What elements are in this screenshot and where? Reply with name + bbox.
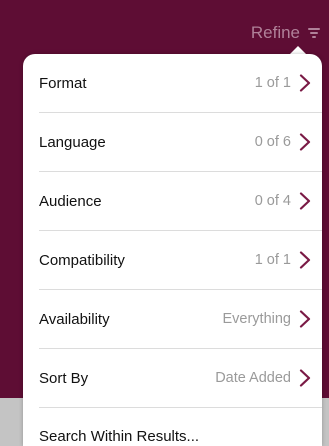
- menu-item-label: Audience: [39, 192, 102, 210]
- menu-item-availability[interactable]: Availability Everything: [23, 290, 322, 348]
- menu-item-value: 1 of 1: [254, 75, 291, 91]
- menu-item-compatibility[interactable]: Compatibility 1 of 1: [23, 231, 322, 289]
- divider: [39, 407, 322, 408]
- chevron-right-icon: [299, 310, 311, 328]
- menu-item-value: 0 of 6: [254, 134, 291, 150]
- menu-item-label: Availability: [39, 310, 110, 328]
- menu-item-value: 1 of 1: [254, 252, 291, 268]
- filter-icon: [307, 28, 320, 38]
- menu-item-label: Language: [39, 133, 106, 151]
- chevron-right-icon: [299, 74, 311, 92]
- menu-item-label: Format: [39, 74, 87, 92]
- menu-item-value: Date Added: [215, 370, 291, 386]
- popover-arrow: [290, 46, 306, 54]
- refine-popover: Format 1 of 1 Language 0 of 6 Audience 0…: [23, 54, 322, 446]
- menu-item-label: Compatibility: [39, 251, 125, 269]
- chevron-right-icon: [299, 251, 311, 269]
- menu-item-value: Everything: [222, 311, 291, 327]
- top-bar: Refine: [0, 0, 329, 52]
- menu-item-format[interactable]: Format 1 of 1: [23, 54, 322, 112]
- menu-item-audience[interactable]: Audience 0 of 4: [23, 172, 322, 230]
- menu-item-language[interactable]: Language 0 of 6: [23, 113, 322, 171]
- chevron-right-icon: [299, 192, 311, 210]
- menu-item-label: Sort By: [39, 369, 89, 387]
- search-within-results[interactable]: Search Within Results...: [39, 428, 199, 445]
- chevron-right-icon: [299, 133, 311, 151]
- chevron-right-icon: [299, 369, 311, 387]
- menu-item-value: 0 of 4: [254, 193, 291, 209]
- menu-item-sort-by[interactable]: Sort By Date Added: [23, 349, 322, 407]
- refine-label: Refine: [250, 23, 300, 42]
- refine-button[interactable]: Refine: [250, 22, 320, 44]
